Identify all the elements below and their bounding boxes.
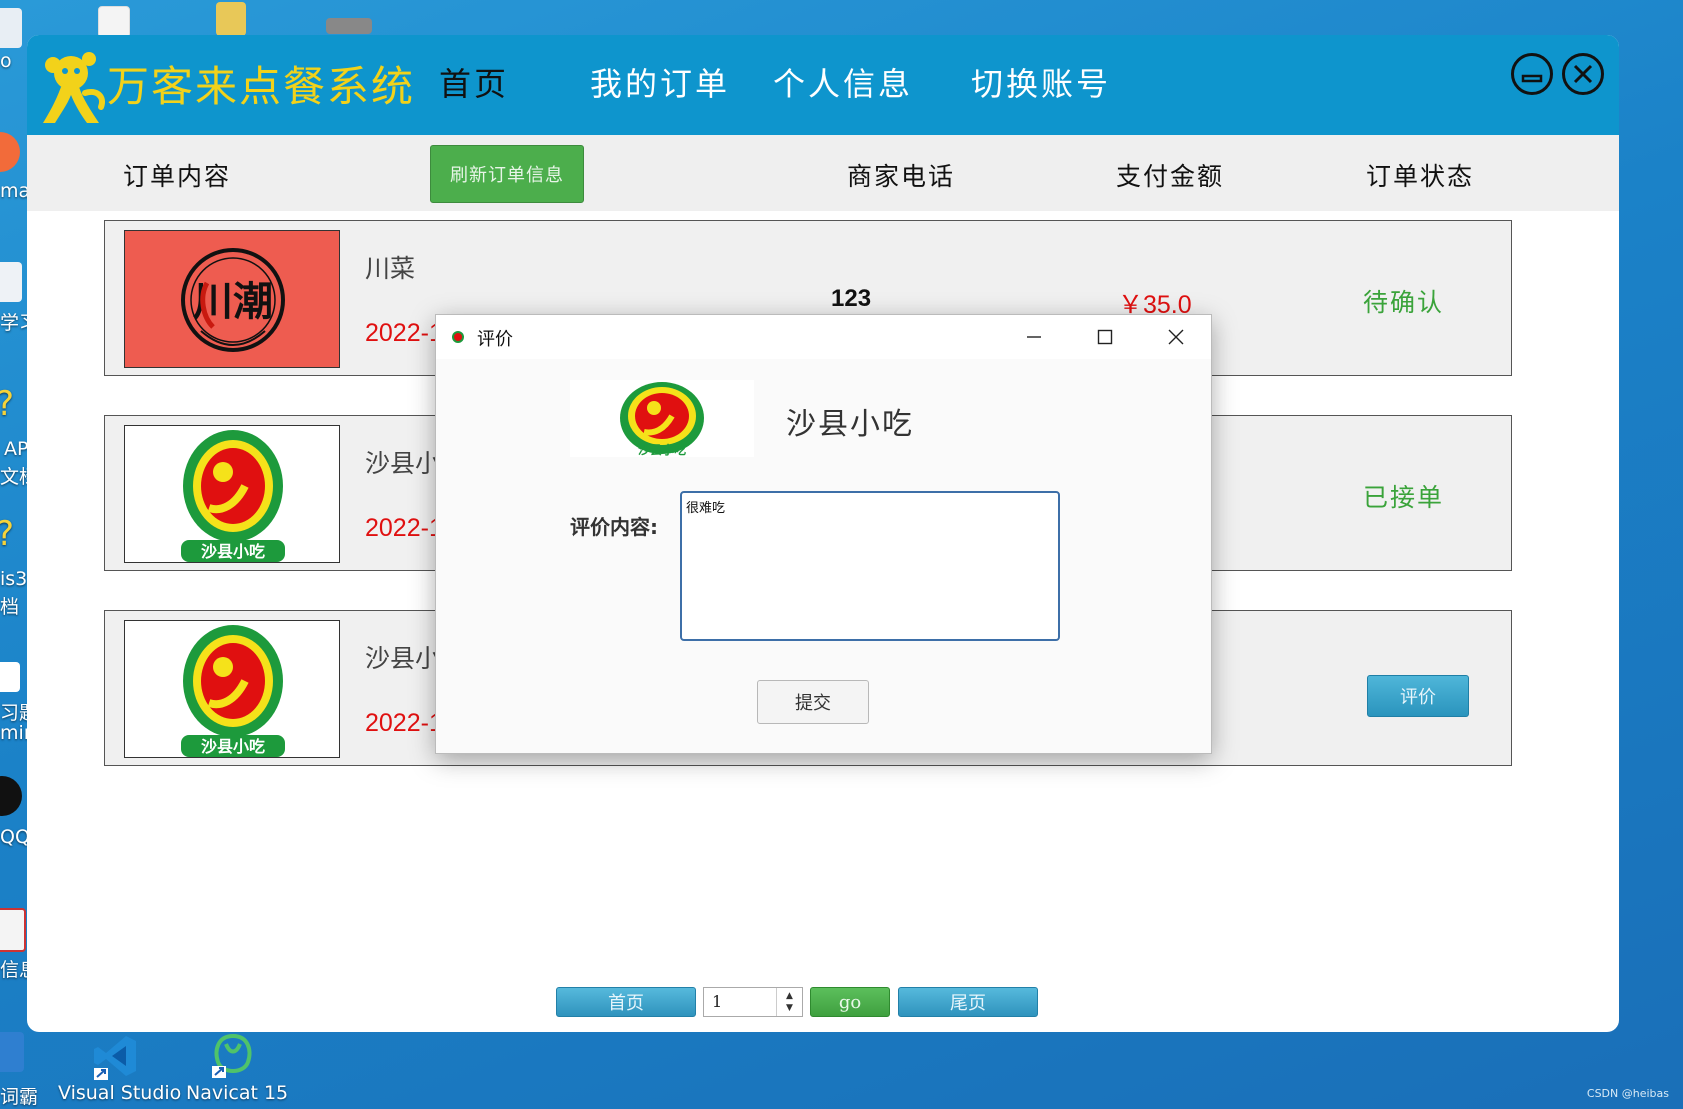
dialog-titlebar[interactable]: 评价 <box>436 315 1211 359</box>
chuancai-logo: 川潮 <box>124 230 340 368</box>
spinner-arrows-icon[interactable]: ▲ ▼ <box>776 988 802 1016</box>
desktop-zip-icon[interactable] <box>216 2 246 36</box>
order-status: 待确认 <box>1363 288 1445 317</box>
shaxian-logo: 沙县小吃 <box>124 425 340 563</box>
desktop-doc-icon[interactable] <box>0 908 26 952</box>
dialog-shop-name: 沙县小吃 <box>786 407 914 442</box>
review-dialog: 评价 沙县小吃 沙县小吃 评价内容: 很难吃 提交 <box>436 315 1211 753</box>
desktop-doc-icon[interactable] <box>0 262 22 302</box>
minimize-icon <box>1521 74 1543 83</box>
go-button[interactable]: go <box>810 987 890 1017</box>
order-date: 2022-1 <box>365 514 443 542</box>
column-pay-amount: 支付金额 <box>1116 162 1225 191</box>
shaxian-logo: 沙县小吃 <box>124 620 340 758</box>
page-number-spinner[interactable]: 1 ▲ ▼ <box>703 987 803 1017</box>
order-merchant-phone: 123 <box>831 285 872 312</box>
visual-studio-code-icon[interactable] <box>92 1032 140 1080</box>
help-icon[interactable]: ? <box>0 514 14 554</box>
help-icon[interactable]: ? <box>0 384 14 424</box>
review-content-input[interactable]: 很难吃 <box>680 491 1060 641</box>
desktop-label: 档 <box>0 596 20 618</box>
nav-switch-account[interactable]: 切换账号 <box>971 59 1111 105</box>
dialog-close-button[interactable] <box>1141 315 1211 359</box>
dialog-maximize-button[interactable] <box>1070 315 1140 359</box>
desktop-label: o <box>0 50 12 72</box>
order-shop-name: 沙县小 <box>365 449 441 478</box>
column-merchant-phone: 商家电话 <box>847 162 956 191</box>
desktop-label: QQ <box>0 826 30 848</box>
minimize-button[interactable] <box>1511 53 1553 95</box>
column-order-content: 订单内容 <box>123 162 232 191</box>
dictionary-icon[interactable] <box>0 1032 24 1072</box>
desktop-image-icon[interactable] <box>326 18 372 34</box>
order-date: 2022-1 <box>365 319 443 347</box>
app-title: 万客来点餐系统 <box>107 62 416 111</box>
order-shop-name: 沙县小 <box>365 644 441 673</box>
column-order-status: 订单状态 <box>1366 162 1475 191</box>
nav-profile[interactable]: 个人信息 <box>773 59 913 105</box>
desktop-file-icon[interactable] <box>0 662 20 692</box>
navicat-icon[interactable] <box>208 1030 258 1080</box>
desktop-file-icon[interactable] <box>0 8 22 48</box>
order-columns-header: 订单内容 刷新订单信息 商家电话 支付金额 订单状态 <box>27 135 1619 211</box>
monkey-logo-icon <box>35 43 115 127</box>
shaxian-banner-text: 沙县小吃 <box>201 542 265 561</box>
taskbar-label-navicat: Navicat 15 <box>186 1082 289 1104</box>
close-icon <box>1168 329 1184 345</box>
refresh-orders-button[interactable]: 刷新订单信息 <box>430 145 584 203</box>
watermark: CSDN @heibas <box>1586 1087 1669 1100</box>
dialog-shop-logo: 沙县小吃 <box>570 380 754 457</box>
qq-icon[interactable] <box>0 776 22 816</box>
close-button[interactable] <box>1562 53 1604 95</box>
order-status: 已接单 <box>1363 483 1445 512</box>
app-small-icon <box>451 329 465 343</box>
last-page-button[interactable]: 尾页 <box>898 987 1038 1017</box>
first-page-button[interactable]: 首页 <box>556 987 696 1017</box>
shaxian-banner-text: 沙县小吃 <box>201 737 265 756</box>
page-number-value: 1 <box>712 992 723 1011</box>
order-shop-name: 川菜 <box>365 254 416 283</box>
nav-my-orders[interactable]: 我的订单 <box>590 59 730 105</box>
review-content-label: 评价内容: <box>570 515 658 539</box>
submit-review-button[interactable]: 提交 <box>757 680 869 724</box>
app-header: 万客来点餐系统 首页 我的订单 个人信息 切换账号 <box>27 35 1619 135</box>
desktop-label: AP <box>4 438 29 460</box>
taskbar-label-visual-studio: Visual Studio <box>58 1082 182 1104</box>
desktop-file-icon[interactable] <box>98 6 130 38</box>
nav-home[interactable]: 首页 <box>439 59 509 105</box>
dialog-title: 评价 <box>477 329 513 350</box>
rate-order-button[interactable]: 评价 <box>1367 675 1469 717</box>
maximize-icon <box>1097 329 1113 345</box>
desktop-label: 词霸 <box>0 1086 39 1108</box>
postman-icon[interactable] <box>0 132 20 172</box>
shaxian-banner-text: 沙县小吃 <box>638 442 686 457</box>
minimize-icon <box>1027 336 1041 338</box>
dialog-minimize-button[interactable] <box>999 315 1069 359</box>
order-date: 2022-1 <box>365 709 443 737</box>
close-icon <box>1573 64 1593 84</box>
